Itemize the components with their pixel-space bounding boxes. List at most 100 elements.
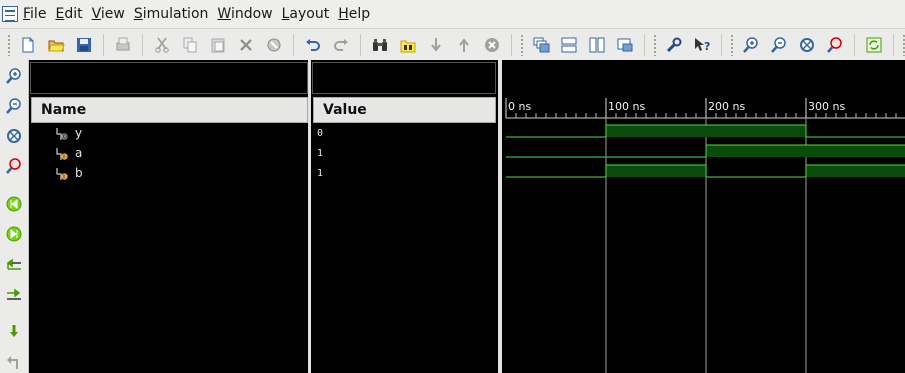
toolbar-separator	[854, 33, 855, 56]
cut-icon[interactable]	[150, 33, 174, 57]
signal-row[interactable]: I a	[29, 144, 310, 164]
value-row[interactable]: 1	[311, 144, 498, 164]
menu-simulation-label: imulation	[142, 6, 209, 22]
wave-high-fill	[706, 145, 806, 157]
add-marker-icon[interactable]	[3, 321, 25, 343]
menu-edit[interactable]: Edit	[55, 6, 90, 22]
previous-transition-icon[interactable]	[3, 253, 25, 275]
tile-vertical-icon[interactable]	[585, 33, 609, 57]
wave-high-fill	[706, 125, 806, 137]
undo-icon[interactable]	[301, 33, 325, 57]
menu-file[interactable]: File	[23, 6, 54, 22]
menu-window-label: indow	[230, 6, 273, 22]
delete-icon[interactable]	[234, 33, 258, 57]
redo-icon[interactable]	[329, 33, 353, 57]
zoom-fit-icon[interactable]	[795, 33, 819, 57]
save-icon[interactable]	[72, 33, 96, 57]
zoom-to-cursor-icon[interactable]	[3, 155, 25, 177]
copy-icon[interactable]	[178, 33, 202, 57]
go-to-start-icon[interactable]	[3, 193, 25, 215]
signal-row[interactable]: I b	[29, 164, 310, 184]
menu-help-label: elp	[348, 6, 371, 22]
binoculars-icon[interactable]	[368, 33, 392, 57]
stop-icon[interactable]	[480, 33, 504, 57]
app-icon	[2, 6, 18, 22]
menu-view[interactable]: View	[92, 6, 133, 22]
menu-help-mnemonic: H	[338, 6, 349, 22]
waveform-pane[interactable]: 0 ns 100 ns 200 ns 300 ns	[502, 60, 905, 373]
menu-simulation[interactable]: Simulation	[134, 6, 217, 22]
time-tick-label: 300 ns	[808, 100, 845, 113]
object-name-pane: Name O y I a I b	[29, 60, 310, 373]
waveform-toolbar	[0, 60, 29, 373]
print-icon[interactable]	[111, 33, 135, 57]
toolbar-separator	[721, 33, 722, 56]
value-row[interactable]: 0	[311, 124, 498, 144]
zoom-out-icon[interactable]	[3, 95, 25, 117]
menu-edit-label: dit	[64, 6, 83, 22]
toolbar-grip[interactable]	[520, 33, 524, 56]
toolbar-grip[interactable]	[653, 33, 657, 56]
go-to-end-icon[interactable]	[3, 223, 25, 245]
menu-bar: File Edit View Simulation Window Layout …	[0, 0, 905, 28]
open-folder-icon[interactable]	[44, 33, 68, 57]
signal-value: 1	[317, 168, 324, 179]
waveform-canvas[interactable]: 0 ns 100 ns 200 ns 300 ns	[502, 60, 905, 373]
value-row[interactable]: 1	[311, 164, 498, 184]
toolbar-grip[interactable]	[7, 33, 11, 56]
signal-row[interactable]: O y	[29, 124, 310, 144]
previous-marker-icon[interactable]	[3, 351, 25, 373]
new-file-icon[interactable]	[16, 33, 40, 57]
menu-view-label: iew	[100, 6, 125, 22]
toolbar-separator	[644, 33, 645, 56]
zoom-to-cursor-icon[interactable]	[823, 33, 847, 57]
zoom-in-icon[interactable]	[3, 65, 25, 87]
value-column-header[interactable]: Value	[313, 97, 496, 123]
time-tick-label: 100 ns	[608, 100, 645, 113]
menu-window[interactable]: Window	[217, 6, 280, 22]
help-pointer-icon[interactable]: ?	[690, 33, 714, 57]
toolbar-grip[interactable]	[730, 33, 734, 56]
wrench-icon[interactable]	[662, 33, 686, 57]
arrow-up-icon[interactable]	[452, 33, 476, 57]
refresh-icon[interactable]	[862, 33, 886, 57]
main-toolbar: ?	[0, 28, 905, 60]
signal-name: a	[75, 146, 83, 160]
wave-high-fill	[806, 145, 905, 157]
svg-text:O: O	[63, 135, 67, 141]
zoom-in-icon[interactable]	[739, 33, 763, 57]
signal-name: y	[75, 126, 83, 140]
input-signal-icon: I	[56, 148, 68, 161]
value-search-area	[312, 62, 496, 94]
name-column-header[interactable]: Name	[31, 97, 308, 123]
name-search-area	[30, 62, 308, 94]
svg-text:I: I	[63, 155, 64, 161]
find-disabled-icon[interactable]	[262, 33, 286, 57]
menu-layout-label: ayout	[289, 6, 330, 22]
signal-name: b	[75, 166, 83, 180]
wave-high-fill	[606, 125, 706, 137]
toolbar-separator	[142, 33, 143, 56]
input-signal-icon: I	[56, 168, 68, 181]
value-pane: Value 0 1 1	[311, 60, 498, 373]
zoom-out-icon[interactable]	[767, 33, 791, 57]
menu-layout[interactable]: Layout	[282, 6, 338, 22]
next-transition-icon[interactable]	[3, 283, 25, 305]
toolbar-separator	[893, 33, 894, 56]
signal-value: 1	[317, 148, 324, 159]
cascade-windows-icon[interactable]	[529, 33, 553, 57]
time-tick-label: 0 ns	[508, 100, 531, 113]
wave-high-fill	[806, 165, 905, 177]
menu-help[interactable]: Help	[338, 6, 378, 22]
find-in-folder-icon[interactable]	[396, 33, 420, 57]
svg-text:I: I	[63, 175, 64, 181]
tile-horizontal-icon[interactable]	[557, 33, 581, 57]
menu-edit-mnemonic: E	[55, 6, 65, 22]
arrow-down-icon[interactable]	[424, 33, 448, 57]
toolbar-separator	[103, 33, 104, 56]
output-signal-icon: O	[56, 128, 68, 141]
float-window-icon[interactable]	[613, 33, 637, 57]
paste-icon[interactable]	[206, 33, 230, 57]
zoom-fit-icon[interactable]	[3, 125, 25, 147]
toolbar-separator	[293, 33, 294, 56]
